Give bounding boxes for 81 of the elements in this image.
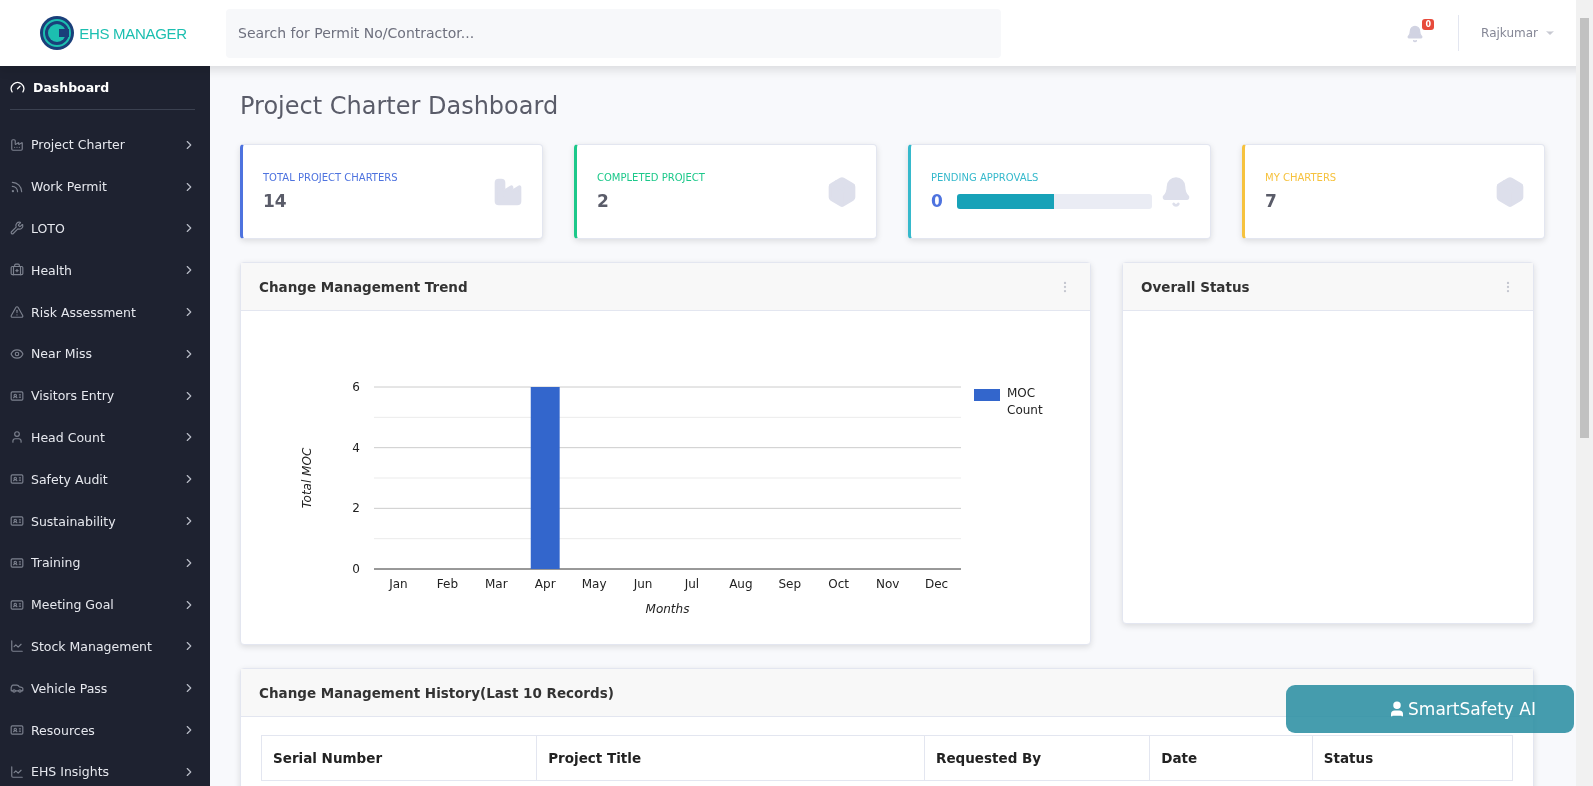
column-header: Requested By (924, 735, 1150, 781)
axis-tick-label: Oct (828, 577, 850, 591)
gauge-icon (10, 80, 25, 95)
id-card-icon (10, 723, 24, 738)
id-card-icon (10, 388, 24, 403)
axis-tick-label: Mar (484, 577, 508, 591)
car-icon (10, 681, 24, 696)
axis-tick-label: Jun (633, 577, 653, 591)
axis-tick-label: 4 (352, 440, 360, 455)
axis-tick-label: Nov (875, 577, 900, 591)
axis-tick-label: Jul (684, 577, 700, 591)
axis-title: Total MOC (300, 447, 314, 509)
sidebar-item[interactable]: LOTO (10, 207, 210, 250)
axis-title: Months (645, 602, 690, 616)
eye-icon (10, 346, 24, 361)
sidebar-item[interactable]: EHS Insights (10, 750, 210, 786)
user-menu[interactable]: Rajkumar (1459, 26, 1576, 40)
rss-icon (10, 179, 24, 194)
stat-value: 7 (1265, 191, 1277, 211)
sidebar-item[interactable]: Sustainability (10, 500, 210, 542)
sidebar-item[interactable]: Dashboard (10, 66, 195, 110)
axis-tick-label: 6 (352, 380, 360, 394)
panel-title: Change Management History(Last 10 Records) (259, 684, 614, 701)
sidebar-item[interactable]: Near Miss (10, 333, 210, 375)
notification-bell[interactable]: 0 (1406, 21, 1431, 45)
sidebar-item[interactable]: Work Permit (10, 165, 210, 208)
sidebar-item[interactable]: Meeting Goal (10, 583, 210, 626)
stat-label: MY CHARTERS (1265, 172, 1338, 183)
column-header: Project Title (536, 735, 925, 781)
axis-tick-label: May (581, 577, 607, 591)
id-card-icon (10, 472, 24, 487)
stat-label: TOTAL PROJECT CHARTERS (263, 172, 399, 183)
sidebar-item[interactable]: Training (10, 541, 210, 584)
stat-value: 14 (263, 191, 287, 211)
axis-tick-label: 2 (352, 501, 360, 516)
stat-value: 0 (931, 191, 943, 211)
axis-tick-label: Sep (778, 577, 802, 591)
panel-title: Change Management Trend (259, 278, 468, 295)
axis-tick-label: Aug (729, 577, 753, 591)
brand-name: EHS MANAGER (79, 24, 187, 42)
search-field[interactable]: Search for Permit No/Contractor... (226, 8, 1001, 58)
legend-label: MOC Count (1007, 385, 1044, 419)
column-header: Status (1312, 735, 1513, 781)
axis-tick-label: Jan (389, 577, 408, 591)
stat-label: PENDING APPROVALS (931, 172, 1040, 183)
id-card-icon (10, 514, 24, 529)
user-icon (10, 430, 24, 445)
id-card-icon (10, 597, 24, 612)
sidebar-item[interactable]: Resources (10, 709, 210, 751)
stat-label: COMPLETED PROJECT (597, 172, 706, 183)
scrollbar[interactable] (1576, 0, 1593, 786)
factory-icon (10, 137, 24, 152)
warning-icon (10, 305, 24, 320)
panel-title: Overall Status (1141, 278, 1250, 295)
logo-icon (39, 15, 76, 51)
sidebar-item[interactable]: Safety Audit (10, 458, 210, 501)
sidebar-item[interactable]: Health (10, 249, 210, 292)
axis-tick-label: 0 (352, 562, 360, 576)
column-header: Serial Number (261, 735, 537, 781)
sidebar-item[interactable]: Project Charter (10, 124, 210, 166)
sidebar-item[interactable]: Vehicle Pass (10, 667, 210, 710)
axis-tick-label: Feb (436, 577, 458, 591)
page-title: Project Charter Dashboard (240, 92, 560, 120)
sidebar-item[interactable]: Head Count (10, 416, 210, 459)
stat-value: 2 (597, 191, 609, 211)
id-card-icon (10, 555, 24, 570)
sidebar-item[interactable]: Stock Management (10, 625, 210, 668)
axis-tick-label: Dec (924, 577, 949, 591)
axis-tick-label: Apr (534, 577, 556, 591)
column-header: Date (1149, 735, 1313, 781)
sidebar-item[interactable]: Visitors Entry (10, 374, 210, 417)
sidebar-item[interactable]: Risk Assessment (10, 291, 210, 333)
box-icon (1494, 175, 1526, 208)
notification-count: 0 (1422, 19, 1435, 30)
wrench-icon (10, 221, 24, 236)
line-chart-icon (10, 639, 24, 654)
medical-bag-icon (10, 263, 24, 278)
bell-icon (1160, 175, 1192, 208)
box-icon (826, 175, 858, 208)
bell-icon (1406, 25, 1425, 43)
line-chart-icon (10, 764, 24, 779)
